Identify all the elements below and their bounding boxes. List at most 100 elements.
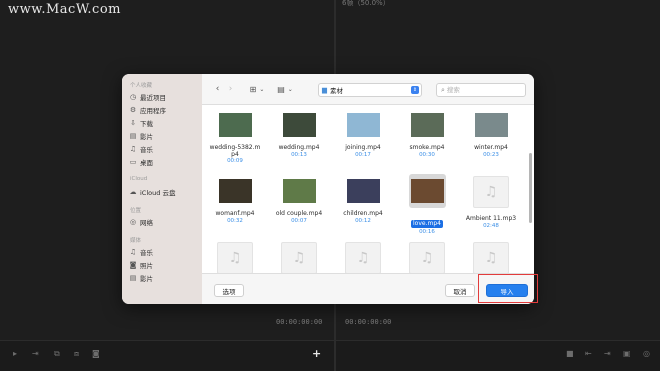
sidebar-item[interactable]: ⇩ 下载 [129, 117, 153, 128]
audio-file-icon: ♫ [473, 242, 509, 273]
file-name: winter.mp4 [474, 144, 508, 151]
sidebar: 个人收藏 ◷ 最近项目 ⚙ 应用程序 ⇩ 下载 ▤ 影片 ♫ 音乐 ▭ 桌面 iCloud ☁ iCloud … [122, 74, 202, 304]
add-button[interactable]: + [312, 347, 321, 360]
search-field[interactable]: ⌕ [436, 83, 526, 97]
sidebar-item-label: 最近项目 [140, 93, 166, 102]
file-name: love.mp4 [411, 220, 443, 228]
audio-file-icon: ♫ [281, 242, 317, 273]
sidebar-item-label: 照片 [140, 261, 153, 270]
list-view-icon: ▤ [277, 84, 285, 94]
sidebar-item-label: 桌面 [140, 158, 153, 167]
sidebar-item[interactable]: ◙ 照片 [129, 259, 153, 270]
grid-view-button[interactable]: ⊞ ⌄ [246, 83, 268, 95]
movie-icon: ▤ [129, 131, 137, 140]
file-duration: 00:07 [291, 218, 307, 224]
overwrite-icon[interactable]: ⧈ [74, 349, 79, 359]
file-item[interactable]: ♫ [396, 242, 458, 273]
file-name: wedding.mp4 [278, 144, 320, 151]
file-item[interactable]: children.mp4 00:12 [332, 179, 394, 225]
insert-icon[interactable]: ⧉ [54, 349, 60, 359]
sidebar-item[interactable]: ♫ 音乐 [129, 143, 153, 154]
music-note-icon: ♫ [484, 184, 498, 200]
file-item[interactable]: ♫ Ambient 11.mp3 02:48 [460, 176, 522, 230]
sidebar-item[interactable]: ◷ 最近项目 [129, 91, 166, 102]
file-item[interactable]: wedding.mp4 00:13 [268, 113, 330, 159]
file-name: smoke.mp4 [409, 144, 445, 151]
file-duration: 00:12 [355, 218, 371, 224]
scrollbar[interactable] [529, 153, 532, 223]
search-input[interactable] [446, 86, 517, 94]
sidebar-section-title: 位置 [130, 208, 142, 214]
file-name: Ambient 11.mp3 [465, 215, 517, 222]
music-icon: ♫ [129, 144, 137, 153]
back-button[interactable]: ‹ [211, 83, 224, 95]
file-item[interactable]: winter.mp4 00:23 [460, 113, 522, 159]
video-thumbnail [218, 179, 252, 203]
camera-icon[interactable]: ◙ [92, 349, 100, 358]
sidebar-item[interactable]: ♫ 音乐 [129, 246, 153, 257]
export-icon[interactable]: ▣ [623, 349, 631, 358]
file-item[interactable]: smoke.mp4 00:30 [396, 113, 458, 159]
sidebar-item-label: 下载 [140, 119, 153, 128]
search-icon: ⌕ [441, 85, 445, 94]
app-icon: ⚙ [129, 105, 137, 114]
sidebar-item-label: 影片 [140, 132, 153, 141]
select-arrows-icon: ⇕ [411, 86, 419, 94]
toolbar: ‹ › ⊞ ⌄ ▤ ⌄ ▆ 素材 ⇕ ⌕ [202, 74, 534, 105]
sidebar-item[interactable]: ☁ iCloud 云盘 [129, 186, 176, 197]
file-item[interactable]: ♫ [460, 242, 522, 273]
sidebar-item-label: 网络 [140, 218, 153, 227]
file-duration: 00:30 [419, 152, 435, 158]
watermark: www.MacW.com [8, 2, 121, 17]
prev-icon[interactable]: ⇤ [585, 349, 592, 358]
sidebar-item[interactable]: ◎ 网络 [129, 216, 153, 227]
list-view-button[interactable]: ▤ ⌄ [274, 83, 296, 95]
video-thumbnail [346, 113, 380, 137]
step-icon[interactable]: ⇥ [32, 349, 39, 358]
cancel-button[interactable]: 取消 [445, 284, 475, 297]
folder-select[interactable]: ▆ 素材 ⇕ [318, 83, 422, 97]
file-item[interactable]: love.mp4 00:16 [396, 174, 458, 236]
music-note-icon: ♫ [484, 250, 498, 266]
sidebar-item[interactable]: ▭ 桌面 [129, 156, 153, 167]
video-thumbnail [218, 113, 252, 137]
chevron-down-icon: ⌄ [287, 85, 293, 93]
file-item[interactable]: womanf.mp4 00:32 [204, 179, 266, 225]
file-duration: 00:17 [355, 152, 371, 158]
file-item[interactable]: ♫ [332, 242, 394, 273]
file-duration: 00:32 [227, 218, 243, 224]
photo-icon: ◙ [129, 260, 137, 269]
marker-icon[interactable]: ■ [566, 349, 574, 358]
network-icon: ◎ [129, 217, 137, 226]
file-item[interactable]: joining.mp4 00:17 [332, 113, 394, 159]
sidebar-item[interactable]: ▤ 影片 [129, 130, 153, 141]
settings-icon[interactable]: ◎ [643, 349, 650, 358]
forward-button[interactable]: › [224, 83, 237, 95]
music-note-icon: ♫ [356, 250, 370, 266]
audio-file-icon: ♫ [473, 176, 509, 208]
file-duration: 00:09 [227, 158, 243, 164]
mark-in-icon[interactable]: ▸ [13, 349, 17, 358]
file-name-wrap: love.mp4 [396, 210, 458, 229]
sidebar-item-label: 影片 [140, 274, 153, 283]
options-button[interactable]: 选项 [214, 284, 244, 297]
sidebar-item[interactable]: ⚙ 应用程序 [129, 104, 166, 115]
file-item[interactable]: ♫ [268, 242, 330, 273]
sidebar-section-title: 媒体 [130, 238, 142, 244]
grid-view-icon: ⊞ [249, 84, 257, 94]
folder-name: 素材 [330, 87, 343, 95]
chevron-down-icon: ⌄ [259, 85, 265, 93]
file-item[interactable]: ♫ [204, 242, 266, 273]
movie-icon: ▤ [129, 273, 137, 282]
video-thumbnail [408, 174, 446, 208]
file-item[interactable]: old couple.mp4 00:07 [268, 179, 330, 225]
sidebar-item[interactable]: ▤ 影片 [129, 272, 153, 283]
file-name: wedding-5382.mp4 [209, 144, 261, 158]
music-note-icon: ♫ [420, 250, 434, 266]
file-item[interactable]: wedding-5382.mp4 00:09 [204, 113, 266, 165]
audio-file-icon: ♫ [345, 242, 381, 273]
lift-icon[interactable]: ⇥ [604, 349, 611, 358]
import-dialog: 个人收藏 ◷ 最近项目 ⚙ 应用程序 ⇩ 下载 ▤ 影片 ♫ 音乐 ▭ 桌面 iCloud ☁ iCloud … [122, 74, 534, 304]
sidebar-item-label: 音乐 [140, 248, 153, 257]
nav-buttons: ‹ › [211, 83, 237, 95]
